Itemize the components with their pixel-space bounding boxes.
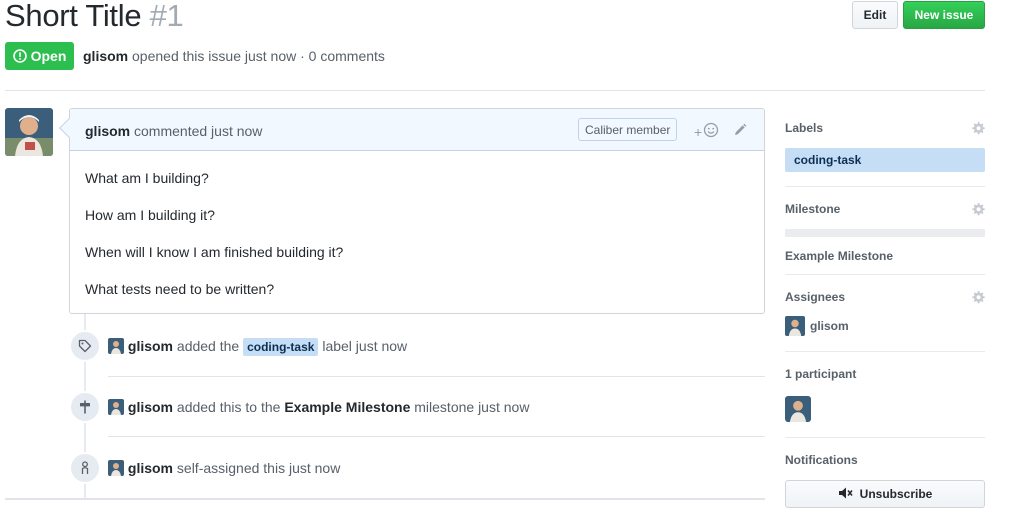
- milestone-progress-bar: [785, 229, 985, 237]
- gear-icon[interactable]: [971, 121, 985, 138]
- event-text: self-assigned this just now: [176, 460, 341, 476]
- unsubscribe-button[interactable]: Unsubscribe: [785, 480, 985, 508]
- actor-link[interactable]: glisom: [128, 460, 173, 476]
- edit-button[interactable]: Edit: [852, 1, 898, 29]
- label-chip[interactable]: coding-task: [243, 338, 319, 356]
- assignee-item[interactable]: glisom: [785, 316, 985, 336]
- comment-paragraph: What tests need to be written?: [85, 281, 275, 297]
- mute-icon: [838, 487, 854, 502]
- person-icon: [69, 452, 101, 484]
- event-post-text: label just now: [322, 338, 408, 354]
- sidebar-labels-heading-row: Labels: [785, 121, 985, 137]
- issue-state-badge: Open: [5, 42, 74, 70]
- timeline-event-labeled: glisom added the coding-task label just …: [69, 326, 765, 366]
- comment-paragraph: How am I building it?: [85, 207, 215, 223]
- actor-avatar[interactable]: [108, 338, 124, 354]
- issue-number: #1: [149, 0, 184, 33]
- sidebar-assignees-heading-row: Assignees: [785, 290, 985, 306]
- actor-avatar[interactable]: [108, 399, 124, 415]
- sidebar-assignees: Assignees glisom: [785, 290, 985, 336]
- event-pre-text: added this to the: [176, 399, 281, 415]
- milestone-link[interactable]: Example Milestone: [284, 399, 410, 415]
- sidebar-participants-heading: 1 participant: [785, 367, 857, 381]
- unsubscribe-label: Unsubscribe: [859, 487, 933, 501]
- participant-avatar[interactable]: [785, 396, 811, 422]
- actor-link[interactable]: glisom: [128, 338, 173, 354]
- tag-icon: [69, 330, 101, 362]
- issue-opened-text: opened this issue just now · 0 comments: [132, 48, 385, 64]
- issue-author-link[interactable]: glisom: [83, 48, 128, 64]
- issue-state-label: Open: [30, 48, 67, 64]
- comment-action-text: commented just now: [134, 123, 263, 139]
- issue-title: Short Title #1: [5, 0, 184, 34]
- sidebar-label-chip[interactable]: coding-task: [785, 148, 985, 172]
- issue-meta: glisom opened this issue just now · 0 co…: [83, 48, 385, 64]
- smiley-icon: [703, 122, 719, 141]
- sidebar-notifications: Notifications Unsubscribe: [785, 453, 985, 508]
- sidebar-assignees-heading[interactable]: Assignees: [785, 290, 845, 304]
- timeline-event-milestoned: glisom added this to the Example Milesto…: [69, 387, 765, 427]
- timeline-event-text: glisom added this to the Example Milesto…: [108, 399, 529, 415]
- sidebar-divider: [785, 274, 985, 275]
- role-badge: Caliber member: [578, 118, 678, 141]
- comment-paragraph: What am I building?: [85, 170, 209, 186]
- issue-title-text: Short Title: [5, 0, 142, 33]
- sidebar-divider: [785, 351, 985, 352]
- issue-opened-icon: [12, 49, 27, 63]
- sidebar-milestone: Milestone Example Milestone: [785, 202, 985, 263]
- milestone-name-link[interactable]: Example Milestone: [785, 249, 985, 263]
- timeline-event-assigned: glisom self-assigned this just now: [69, 448, 765, 488]
- sidebar-notifications-heading: Notifications: [785, 453, 858, 467]
- gear-icon[interactable]: [971, 290, 985, 307]
- assignee-name: glisom: [810, 319, 849, 333]
- sidebar-divider: [785, 186, 985, 187]
- assignee-avatar: [785, 316, 805, 336]
- comment-paragraph: When will I know I am finished building …: [85, 244, 344, 260]
- event-post-text: milestone just now: [414, 399, 530, 415]
- new-issue-button[interactable]: New issue: [903, 1, 985, 29]
- add-reaction-button[interactable]: +: [694, 122, 719, 141]
- sidebar-milestone-heading[interactable]: Milestone: [785, 202, 840, 216]
- timeline-divider: [108, 436, 765, 437]
- comment-author-link[interactable]: glisom: [85, 123, 130, 139]
- comment-body: What am I building? How am I building it…: [70, 151, 764, 318]
- gear-icon[interactable]: [971, 202, 985, 219]
- sidebar-participants: 1 participant: [785, 367, 985, 422]
- discussion-bottom-divider: [5, 498, 765, 500]
- actor-link[interactable]: glisom: [128, 399, 173, 415]
- comment-caret: [59, 118, 79, 138]
- sidebar-divider: [785, 437, 985, 438]
- sidebar-labels-heading[interactable]: Labels: [785, 121, 823, 135]
- sidebar-milestone-heading-row: Milestone: [785, 202, 985, 218]
- event-pre-text: added the: [176, 338, 240, 354]
- issue-comment: glisom commented just now Caliber member…: [59, 108, 765, 314]
- comment-header: glisom commented just now Caliber member…: [59, 109, 764, 151]
- reaction-plus: +: [694, 123, 703, 140]
- comment-author-line: glisom commented just now: [85, 123, 262, 139]
- sidebar-labels: Labels coding-task: [785, 121, 985, 172]
- header-divider: [5, 90, 985, 91]
- timeline-event-text: glisom added the coding-task label just …: [108, 338, 407, 356]
- timeline-divider: [108, 376, 765, 377]
- milestone-icon: [69, 391, 101, 423]
- edit-comment-pencil-icon[interactable]: [733, 123, 747, 142]
- timeline-event-text: glisom self-assigned this just now: [108, 460, 340, 476]
- actor-avatar[interactable]: [108, 460, 124, 476]
- author-avatar[interactable]: [5, 108, 53, 156]
